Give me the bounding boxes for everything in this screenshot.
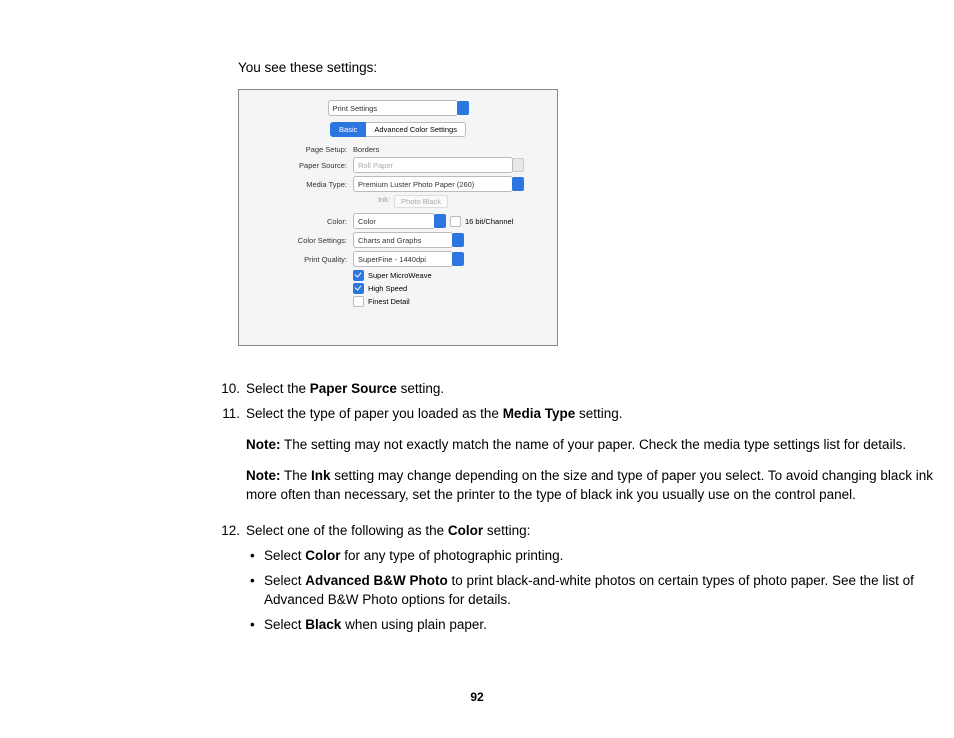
high-speed-checkbox[interactable]: [353, 283, 364, 294]
chevron-down-icon[interactable]: [434, 214, 446, 228]
media-type-label: Media Type:: [239, 180, 353, 189]
ink-value: Photo Black: [394, 195, 448, 208]
instruction-list: 10. Select the Paper Source setting. 11.…: [214, 380, 938, 641]
step-12: 12. Select one of the following as the C…: [214, 522, 938, 640]
color-settings-dropdown[interactable]: Charts and Graphs: [353, 232, 453, 248]
chevron-down-icon[interactable]: [512, 177, 524, 191]
paper-source-dropdown[interactable]: Roll Paper: [353, 157, 513, 173]
page-setup-value: Borders: [353, 145, 379, 154]
media-type-dropdown[interactable]: Premium Luster Photo Paper (260): [353, 176, 513, 192]
print-settings-screenshot: Print Settings Basic Advanced Color Sett…: [238, 89, 558, 346]
print-quality-label: Print Quality:: [239, 255, 353, 264]
ink-label: Ink:: [378, 195, 390, 208]
chevron-down-icon: [512, 158, 524, 172]
chevron-down-icon[interactable]: [452, 252, 464, 266]
main-dropdown-label: Print Settings: [333, 104, 378, 113]
color-label: Color:: [239, 217, 353, 226]
super-microweave-checkbox[interactable]: [353, 270, 364, 281]
page-number: 92: [0, 690, 954, 704]
tab-advanced[interactable]: Advanced Color Settings: [366, 122, 466, 137]
finest-detail-checkbox[interactable]: [353, 296, 364, 307]
sixteen-bit-label: 16 bit/Channel: [465, 217, 513, 226]
high-speed-label: High Speed: [368, 284, 407, 293]
color-settings-label: Color Settings:: [239, 236, 353, 245]
color-dropdown[interactable]: Color: [353, 213, 435, 229]
paper-source-label: Paper Source:: [239, 161, 353, 170]
intro-text: You see these settings:: [238, 60, 938, 75]
page-setup-label: Page Setup:: [239, 145, 353, 154]
finest-detail-label: Finest Detail: [368, 297, 410, 306]
document-page: You see these settings: Print Settings B…: [0, 0, 954, 738]
super-microweave-label: Super MicroWeave: [368, 271, 432, 280]
bullet-bw: Select Advanced B&W Photo to print black…: [264, 572, 938, 610]
sixteen-bit-checkbox[interactable]: [450, 216, 461, 227]
print-quality-dropdown[interactable]: SuperFine - 1440dpi: [353, 251, 453, 267]
note-2: Note: The Ink setting may change dependi…: [246, 467, 938, 505]
content-area: You see these settings: Print Settings B…: [238, 60, 938, 641]
note-1: Note: The setting may not exactly match …: [246, 436, 938, 455]
chevron-down-icon[interactable]: [457, 101, 469, 115]
step-10: 10. Select the Paper Source setting.: [214, 380, 938, 399]
bullet-color: Select Color for any type of photographi…: [264, 547, 938, 566]
tab-basic[interactable]: Basic: [330, 122, 366, 137]
bullet-black: Select Black when using plain paper.: [264, 616, 938, 635]
main-dropdown[interactable]: Print Settings: [328, 100, 458, 116]
step-11: 11. Select the type of paper you loaded …: [214, 405, 938, 517]
chevron-down-icon[interactable]: [452, 233, 464, 247]
